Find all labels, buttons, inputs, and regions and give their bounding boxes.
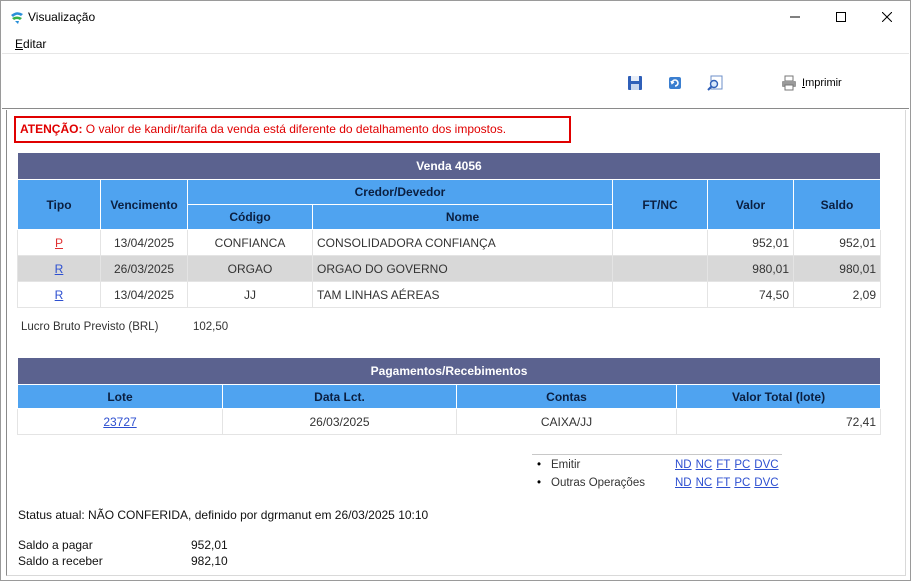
cell-data: 26/03/2025 xyxy=(222,408,457,435)
op-row-emitir: • Emitir ND NC FT PC DVC xyxy=(532,459,782,477)
op-label-emitir: Emitir xyxy=(551,459,581,471)
cell-vencimento: 13/04/2025 xyxy=(100,229,188,256)
menu-edit[interactable]: Editar xyxy=(15,37,46,51)
cell-nome: TAM LINHAS AÉREAS xyxy=(312,281,613,308)
window-title: Visualização xyxy=(28,10,96,24)
lucro-label: Lucro Bruto Previsto (BRL) xyxy=(21,321,159,333)
outras-nd-link[interactable]: ND xyxy=(675,477,692,489)
col-header-codigo: Código xyxy=(187,204,313,230)
cell-valor: 952,01 xyxy=(707,229,794,256)
minimize-icon xyxy=(790,16,800,18)
bullet: • xyxy=(537,477,542,489)
maximize-icon xyxy=(836,12,846,22)
saldo-receber-label: Saldo a receber xyxy=(18,554,103,568)
emitir-ft-link[interactable]: FT xyxy=(716,459,730,471)
emitir-dvc-link[interactable]: DVC xyxy=(754,459,778,471)
table-row: R 26/03/2025 ORGAO ORGAO DO GOVERNO 980,… xyxy=(17,255,881,282)
app-logo-icon xyxy=(11,12,23,24)
cell-valor: 980,01 xyxy=(707,255,794,282)
saldo-pagar-label: Saldo a pagar xyxy=(18,538,93,552)
outras-nc-link[interactable]: NC xyxy=(696,477,713,489)
col-header-vencimento: Vencimento xyxy=(100,179,188,230)
op-row-outras: • Outras Operações ND NC FT PC DVC xyxy=(532,477,782,495)
cell-valor-total: 72,41 xyxy=(675,408,882,435)
toolbar: Imprimir xyxy=(2,55,909,109)
save-icon[interactable] xyxy=(626,74,644,92)
cell-codigo: CONFIANCA xyxy=(187,229,313,256)
printer-icon xyxy=(782,75,796,91)
emitir-pc-link[interactable]: PC xyxy=(734,459,750,471)
close-button[interactable] xyxy=(864,1,910,33)
col-header-ftnc: FT/NC xyxy=(612,179,708,230)
emitir-nc-link[interactable]: NC xyxy=(696,459,713,471)
col-header-valor-total: Valor Total (lote) xyxy=(675,384,882,409)
print-label: Imprimir xyxy=(802,77,842,89)
print-preview-icon[interactable] xyxy=(706,74,724,92)
op-links-outras: ND NC FT PC DVC xyxy=(675,477,779,489)
cell-nome: ORGAO DO GOVERNO xyxy=(312,255,613,282)
table-row: R 13/04/2025 JJ TAM LINHAS AÉREAS 74,50 … xyxy=(17,281,881,308)
lote-link[interactable]: 23727 xyxy=(103,415,136,429)
operations-panel: • Emitir ND NC FT PC DVC • Outras Operaç… xyxy=(532,454,782,495)
cell-saldo: 2,09 xyxy=(793,281,881,308)
cell-nome: CONSOLIDADORA CONFIANÇA xyxy=(312,229,613,256)
refresh-icon[interactable] xyxy=(666,74,684,92)
payments-title: Pagamentos/Recebimentos xyxy=(16,357,882,385)
cell-ftnc xyxy=(612,255,708,282)
alert-message: ATENÇÃO: O valor de kandir/tarifa da ven… xyxy=(14,116,571,143)
op-links-emitir: ND NC FT PC DVC xyxy=(675,459,779,471)
cell-ftnc xyxy=(612,281,708,308)
bullet: • xyxy=(537,459,542,471)
outras-pc-link[interactable]: PC xyxy=(734,477,750,489)
menu-bar: Editar xyxy=(2,34,909,54)
table-row: 23727 26/03/2025 CAIXA/JJ 72,41 xyxy=(17,408,882,435)
sale-title: Venda 4056 xyxy=(17,152,881,180)
emitir-nd-link[interactable]: ND xyxy=(675,459,692,471)
op-label-outras: Outras Operações xyxy=(551,477,645,489)
cell-valor: 74,50 xyxy=(707,281,794,308)
status-text: Status atual: NÃO CONFERIDA, definido po… xyxy=(18,508,429,522)
cell-saldo: 980,01 xyxy=(793,255,881,282)
print-button[interactable]: Imprimir xyxy=(780,74,842,92)
col-header-contas: Contas xyxy=(456,384,677,409)
report-content: ATENÇÃO: O valor de kandir/tarifa da ven… xyxy=(6,110,906,576)
col-header-valor: Valor xyxy=(707,179,794,230)
col-header-nome: Nome xyxy=(312,204,613,230)
saldo-pagar-value: 952,01 xyxy=(191,538,228,552)
lucro-value: 102,50 xyxy=(193,321,229,333)
col-header-tipo: Tipo xyxy=(17,179,101,230)
alert-text: O valor de kandir/tarifa da venda está d… xyxy=(82,122,507,136)
preview-window: Visualização Editar Imprimir ATENÇÃO: O … xyxy=(0,0,911,581)
cell-vencimento: 26/03/2025 xyxy=(100,255,188,282)
cell-contas: CAIXA/JJ xyxy=(456,408,677,435)
outras-dvc-link[interactable]: DVC xyxy=(754,477,778,489)
col-header-saldo: Saldo xyxy=(793,179,881,230)
minimize-button[interactable] xyxy=(772,1,818,33)
title-bar[interactable]: Visualização xyxy=(1,1,910,33)
cell-ftnc xyxy=(612,229,708,256)
col-header-credor: Credor/Devedor xyxy=(187,179,613,205)
saldo-receber-value: 982,10 xyxy=(191,554,228,568)
sale-table: Venda 4056 Tipo Vencimento Credor/Devedo… xyxy=(17,152,881,308)
maximize-button[interactable] xyxy=(818,1,864,33)
cell-vencimento: 13/04/2025 xyxy=(100,281,188,308)
payments-table: Pagamentos/Recebimentos Lote Data Lct. C… xyxy=(16,357,882,435)
cell-codigo: ORGAO xyxy=(187,255,313,282)
tipo-link[interactable]: P xyxy=(55,236,63,250)
tipo-link[interactable]: R xyxy=(55,288,64,302)
outras-ft-link[interactable]: FT xyxy=(716,477,730,489)
alert-title: ATENÇÃO: xyxy=(20,122,83,136)
table-row: P 13/04/2025 CONFIANCA CONSOLIDADORA CON… xyxy=(17,229,881,256)
cell-codigo: JJ xyxy=(187,281,313,308)
close-icon xyxy=(882,12,892,22)
col-header-data: Data Lct. xyxy=(222,384,457,409)
cell-saldo: 952,01 xyxy=(793,229,881,256)
col-header-lote: Lote xyxy=(17,384,223,409)
tipo-link[interactable]: R xyxy=(55,262,64,276)
